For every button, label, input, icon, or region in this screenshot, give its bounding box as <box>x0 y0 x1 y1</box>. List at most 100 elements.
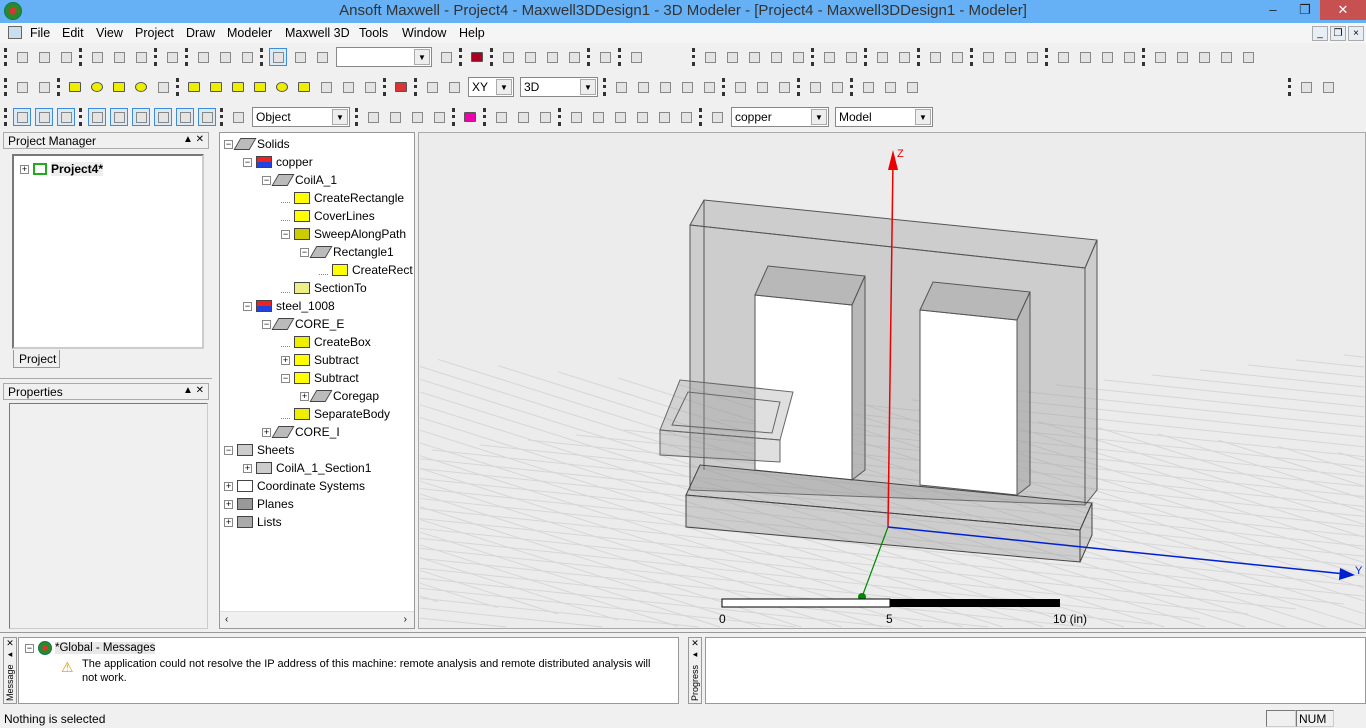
no-snap-icon[interactable] <box>230 109 246 125</box>
panel-controls[interactable]: ▲ ✕ <box>183 134 204 145</box>
analyze-icon[interactable] <box>544 49 560 65</box>
collapse-icon[interactable]: − <box>243 302 252 311</box>
material-box-icon[interactable] <box>709 109 725 125</box>
snap-center-icon[interactable] <box>177 109 193 125</box>
chevron-down-icon[interactable]: ▼ <box>414 49 430 65</box>
horizontal-scrollbar[interactable]: ‹› <box>220 611 414 628</box>
box-icon[interactable] <box>186 79 202 95</box>
cs-rotate-icon[interactable] <box>656 109 672 125</box>
view-select[interactable]: 3D▼ <box>520 77 598 97</box>
region-icon[interactable] <box>155 79 171 95</box>
unite-icon[interactable] <box>613 79 629 95</box>
eye-icon[interactable] <box>980 49 996 65</box>
menu-maxwell-3d[interactable]: Maxwell 3D <box>285 26 350 40</box>
quickstart-icon[interactable] <box>469 49 485 65</box>
snap-edge-icon[interactable] <box>133 109 149 125</box>
chevron-down-icon[interactable]: ▼ <box>496 79 512 95</box>
zoom-selected-icon[interactable] <box>896 49 912 65</box>
intersect-icon[interactable] <box>657 79 673 95</box>
hide-all-icon[interactable] <box>1055 49 1071 65</box>
tree-item[interactable]: SectionTo <box>281 279 367 297</box>
collapse-icon[interactable]: − <box>262 176 271 185</box>
zoom-all-icon[interactable] <box>874 49 890 65</box>
cs-offset-icon[interactable] <box>612 109 628 125</box>
mirror-icon[interactable] <box>776 79 792 95</box>
hide-icon[interactable] <box>1002 49 1018 65</box>
expand-icon[interactable]: + <box>224 500 233 509</box>
hide-sel-icon[interactable] <box>1099 49 1115 65</box>
fields-icon[interactable] <box>597 49 613 65</box>
menu-help[interactable]: Help <box>459 26 485 40</box>
toolbar-grip[interactable] <box>692 48 695 66</box>
solid-d-icon[interactable] <box>431 109 447 125</box>
validate-icon[interactable] <box>500 49 516 65</box>
save-icon[interactable] <box>58 49 74 65</box>
cone-icon[interactable] <box>252 79 268 95</box>
view-undo-icon[interactable] <box>927 49 943 65</box>
region-box-icon[interactable] <box>393 79 409 95</box>
imprint-icon[interactable] <box>701 79 717 95</box>
new-icon[interactable] <box>14 49 30 65</box>
torus-icon[interactable] <box>296 79 312 95</box>
collapse-icon[interactable]: − <box>224 140 233 149</box>
solid-a-icon[interactable] <box>365 109 381 125</box>
sweep-icon[interactable] <box>807 79 823 95</box>
rotate-obj-icon[interactable] <box>754 79 770 95</box>
arc-icon[interactable] <box>1196 49 1212 65</box>
menu-project[interactable]: Project <box>135 26 174 40</box>
tree-item[interactable]: −SweepAlongPath <box>281 225 406 243</box>
tree-item[interactable]: +CORE_I <box>262 423 340 441</box>
orient-icon[interactable] <box>768 49 784 65</box>
tree-item[interactable]: −Rectangle1 <box>300 243 394 261</box>
toolbar-grip[interactable] <box>1288 78 1291 96</box>
tree-item[interactable]: +Subtract <box>281 351 359 369</box>
expand-icon[interactable]: + <box>262 428 271 437</box>
tree-item[interactable]: −Subtract <box>281 369 359 387</box>
snap-arc-icon[interactable] <box>199 109 215 125</box>
network-icon[interactable] <box>314 49 330 65</box>
3d-viewport[interactable]: Z Y 0 5 10 (in) <box>418 132 1366 629</box>
point-icon[interactable] <box>424 79 440 95</box>
grid-icon[interactable] <box>14 109 30 125</box>
tab-project[interactable]: Project <box>13 350 60 368</box>
menu-edit[interactable]: Edit <box>62 26 84 40</box>
fill-icon[interactable] <box>58 109 74 125</box>
assign-icon[interactable] <box>537 109 553 125</box>
tree-item[interactable]: −Sheets <box>224 441 294 459</box>
ruler-icon[interactable] <box>36 109 52 125</box>
duplicate-rotate-icon[interactable] <box>882 79 898 95</box>
rotate-axis-icon[interactable] <box>746 49 762 65</box>
open-icon[interactable] <box>36 49 52 65</box>
filter-icon[interactable] <box>462 109 478 125</box>
tree-item[interactable]: +Coordinate Systems <box>224 477 365 495</box>
copy-icon[interactable] <box>111 49 127 65</box>
toolbar-grip[interactable] <box>4 78 7 96</box>
splitter[interactable] <box>0 378 212 380</box>
toolbar-grip[interactable] <box>4 108 7 126</box>
close-button[interactable]: ✕ <box>1320 0 1366 20</box>
snap-grid-icon[interactable] <box>89 109 105 125</box>
paste-icon[interactable] <box>133 49 149 65</box>
rotate-icon[interactable] <box>724 49 740 65</box>
spline-icon[interactable] <box>1174 49 1190 65</box>
menu-tools[interactable]: Tools <box>359 26 388 40</box>
menu-file[interactable]: File <box>30 26 50 40</box>
document-icon[interactable] <box>8 26 22 39</box>
expand-icon[interactable]: + <box>224 482 233 491</box>
chevron-down-icon[interactable]: ▼ <box>915 109 931 125</box>
message-tab[interactable]: ✕◂Message <box>3 637 17 704</box>
redo-icon[interactable] <box>239 49 255 65</box>
message-group-header[interactable]: *Global - Messages <box>55 642 155 654</box>
plane-select[interactable]: XY▼ <box>468 77 514 97</box>
view-redo-icon[interactable] <box>949 49 965 65</box>
solid-b-icon[interactable] <box>387 109 403 125</box>
split-icon[interactable] <box>679 79 695 95</box>
help-icon[interactable] <box>14 79 30 95</box>
tree-item[interactable]: SeparateBody <box>281 405 390 423</box>
mdi-restore-button[interactable]: ❐ <box>1330 26 1346 41</box>
solid-c-icon[interactable] <box>409 109 425 125</box>
zoom-out-icon[interactable] <box>843 49 859 65</box>
material-icon[interactable] <box>628 49 644 65</box>
tree-item[interactable]: −steel_1008 <box>243 297 335 315</box>
tree-item[interactable]: CreateRect <box>319 261 413 279</box>
